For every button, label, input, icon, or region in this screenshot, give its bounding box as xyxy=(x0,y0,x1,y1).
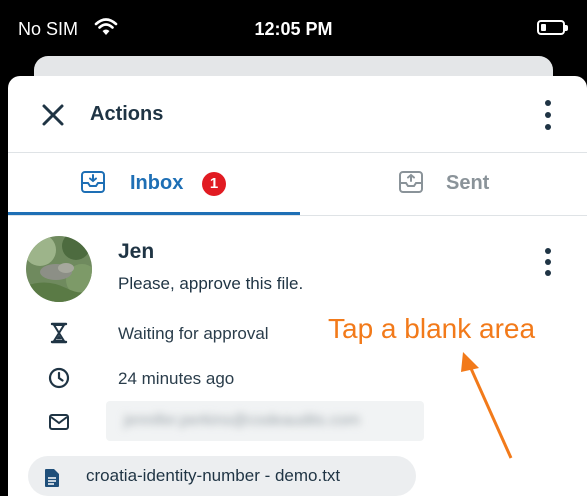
status-bar: No SIM 12:05 PM xyxy=(0,0,587,60)
tab-sent-label: Sent xyxy=(446,172,490,194)
page-title: Actions xyxy=(90,103,164,125)
hourglass-icon xyxy=(50,322,68,344)
more-vertical-icon[interactable] xyxy=(540,98,556,132)
email-text: jennifer.perkins@codeaudits.com xyxy=(124,412,360,429)
outbox-icon xyxy=(399,171,423,193)
avatar[interactable] xyxy=(26,236,92,302)
tab-sent[interactable]: Sent xyxy=(298,152,587,214)
file-icon xyxy=(45,469,59,487)
email-field: jennifer.perkins@codeaudits.com xyxy=(106,401,424,441)
mail-icon xyxy=(49,414,69,430)
close-icon[interactable] xyxy=(38,100,68,130)
battery-icon xyxy=(537,20,568,35)
status-text: Waiting for approval xyxy=(118,324,269,343)
annotation-arrow xyxy=(461,352,513,459)
tab-inbox-label: Inbox xyxy=(130,172,184,194)
clock-icon xyxy=(48,367,70,389)
tab-inbox[interactable]: Inbox 1 xyxy=(8,152,298,214)
inbox-icon xyxy=(81,171,105,193)
attachment-name: croatia-identity-number - demo.txt xyxy=(86,466,341,485)
sender-name: Jen xyxy=(118,240,155,263)
tabs-divider xyxy=(8,215,587,216)
item-more-icon[interactable] xyxy=(540,246,556,278)
attachment-chip[interactable]: croatia-identity-number - demo.txt xyxy=(28,456,416,496)
sheet-header: Actions xyxy=(8,76,587,152)
tutorial-annotation: Tap a blank area xyxy=(328,313,536,344)
unread-badge: 1 xyxy=(202,172,226,196)
time-ago-text: 24 minutes ago xyxy=(118,369,235,388)
message-text: Please, approve this file. xyxy=(118,274,304,293)
clock-label: 12:05 PM xyxy=(254,19,333,39)
